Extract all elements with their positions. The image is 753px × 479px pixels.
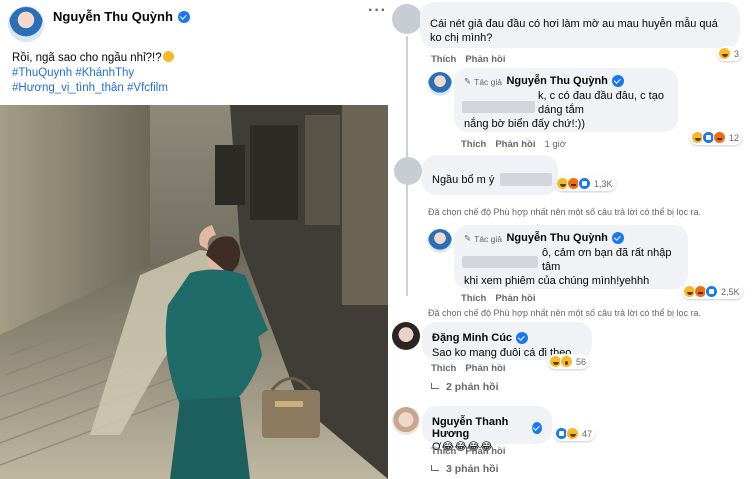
hashtag-link[interactable]: #Hương_vị_tình_thân: [12, 82, 124, 94]
like-link[interactable]: Thích: [461, 293, 486, 304]
haha-reaction-icon: [718, 47, 731, 60]
redacted-mention: [500, 173, 552, 186]
edit-pencil-icon: ✎: [464, 76, 472, 86]
reaction-summary[interactable]: 56: [548, 354, 590, 369]
verified-badge-icon: [532, 422, 542, 434]
like-link[interactable]: Thích: [431, 54, 456, 65]
comment-bubble: Cái nét giả đau đầu có hơi làm mờ au mau…: [420, 2, 740, 48]
view-replies-link[interactable]: 2 phản hồi: [431, 381, 499, 393]
reaction-summary[interactable]: 12: [690, 130, 743, 145]
post-author-row: Nguyễn Thu Quỳnh: [53, 9, 190, 24]
reaction-summary[interactable]: 47: [554, 426, 596, 441]
view-replies-link[interactable]: 3 phản hồi: [431, 463, 499, 475]
reply-bubble: ✎ Tác giả Nguyễn Thu Quỳnh k, c có đau đầ…: [454, 68, 678, 132]
hashtag-link[interactable]: #ThuQuynh: [12, 67, 72, 79]
reply-arrow-icon: [431, 382, 439, 389]
commenter-avatar[interactable]: [394, 157, 422, 185]
verified-badge-icon: [516, 332, 529, 344]
like-reaction-icon: [705, 285, 718, 298]
reply-link[interactable]: Phản hồi: [465, 363, 505, 374]
commenter-avatar[interactable]: [392, 4, 422, 34]
reply-link[interactable]: Phản hồi: [465, 54, 505, 65]
reply-text-line: khi xem phiêm của chúng mình!yehhh: [464, 275, 650, 287]
like-link[interactable]: Thích: [461, 139, 486, 150]
haha-reaction-icon: [566, 427, 579, 440]
reply-actions: Thích Phản hồi 1 giờ: [461, 139, 566, 150]
verified-badge-icon: [177, 10, 190, 23]
redacted-mention: [462, 256, 538, 268]
wow-reaction-icon: [560, 355, 573, 368]
filter-notice: Đã chọn chế độ Phù hợp nhất nên một số c…: [428, 207, 701, 217]
comment-text: Cái nét giả đau đầu có hơi làm mờ au mau…: [430, 18, 718, 44]
like-link[interactable]: Thích: [431, 446, 456, 457]
post-caption: Rồi, ngã sao cho ngầu nhỉ?!? #ThuQuynh #…: [12, 51, 174, 96]
reaction-count: 2,5K: [721, 286, 740, 297]
hashtag-link[interactable]: #Vfcfilm: [127, 82, 168, 94]
reply-author-name[interactable]: Nguyễn Thu Quỳnh: [506, 232, 624, 244]
reply-link[interactable]: Phản hồi: [495, 139, 535, 150]
reaction-summary[interactable]: 3: [717, 46, 743, 61]
commenter-avatar[interactable]: [392, 322, 420, 350]
author-avatar[interactable]: [8, 6, 44, 42]
edit-pencil-icon: ✎: [464, 233, 472, 243]
reply-actions: Thích Phản hồi: [461, 293, 535, 304]
author-reply-avatar[interactable]: [428, 229, 452, 253]
reply-link[interactable]: Phản hồi: [495, 293, 535, 304]
reply-arrow-icon: [431, 464, 439, 471]
commenter-name[interactable]: Đặng Minh Cúc: [432, 332, 529, 344]
caption-line: Rồi, ngã sao cho ngầu nhỉ?!?: [12, 51, 174, 66]
reaction-count: 56: [576, 356, 587, 367]
reply-author-name[interactable]: Nguyễn Thu Quỳnh: [506, 75, 624, 87]
redacted-mention: [462, 101, 535, 113]
post-photo[interactable]: [0, 105, 388, 479]
angry-reaction-icon: [713, 131, 726, 144]
reaction-count: 47: [582, 428, 593, 439]
reaction-summary[interactable]: 1,3K: [555, 176, 616, 191]
reply-link[interactable]: Phản hồi: [465, 446, 505, 457]
post-panel: Nguyễn Thu Quỳnh ··· Rồi, ngã sao cho ng…: [0, 0, 388, 479]
comment-actions: Thích Phản hồi: [431, 54, 505, 65]
comment-actions: Thích Phản hồi: [431, 363, 505, 374]
verified-badge-icon: [611, 232, 624, 244]
like-link[interactable]: Thích: [431, 363, 456, 374]
comment-bubble: Nguyễn Thanh Hương Ơ😂😂😂😂: [422, 406, 552, 453]
post-photo-image: [0, 105, 388, 479]
rofl-emoji-icon: [162, 51, 174, 62]
reaction-count: 1,3K: [594, 178, 613, 189]
more-options-icon[interactable]: ···: [368, 2, 387, 20]
filter-notice: Đã chọn chế độ Phù hợp nhất nên một số c…: [428, 308, 701, 318]
reaction-summary[interactable]: 2,5K: [682, 284, 743, 299]
reply-text-line: nắng bờ biển đấy chứ!:)): [464, 118, 585, 130]
comment-actions: Thích Phản hồi: [431, 446, 505, 457]
commenter-name[interactable]: Nguyễn Thanh Hương: [432, 416, 542, 440]
caption-text: Rồi, ngã sao cho ngầu nhỉ?!?: [12, 52, 162, 64]
post-author-name[interactable]: Nguyễn Thu Quỳnh: [53, 9, 173, 24]
author-tag: ✎ Tác giả: [464, 233, 502, 244]
commenter-avatar[interactable]: [392, 407, 420, 435]
author-tag: ✎ Tác giả: [464, 76, 502, 87]
timestamp[interactable]: 1 giờ: [544, 139, 566, 150]
hashtag-link[interactable]: #KhánhThy: [75, 67, 134, 79]
reaction-count: 3: [734, 48, 740, 59]
comments-panel: Cái nét giả đau đầu có hơi làm mờ au mau…: [388, 0, 753, 479]
author-reply-avatar[interactable]: [428, 72, 452, 96]
like-reaction-icon: [578, 177, 591, 190]
verified-badge-icon: [611, 75, 624, 87]
reaction-count: 12: [729, 132, 740, 143]
